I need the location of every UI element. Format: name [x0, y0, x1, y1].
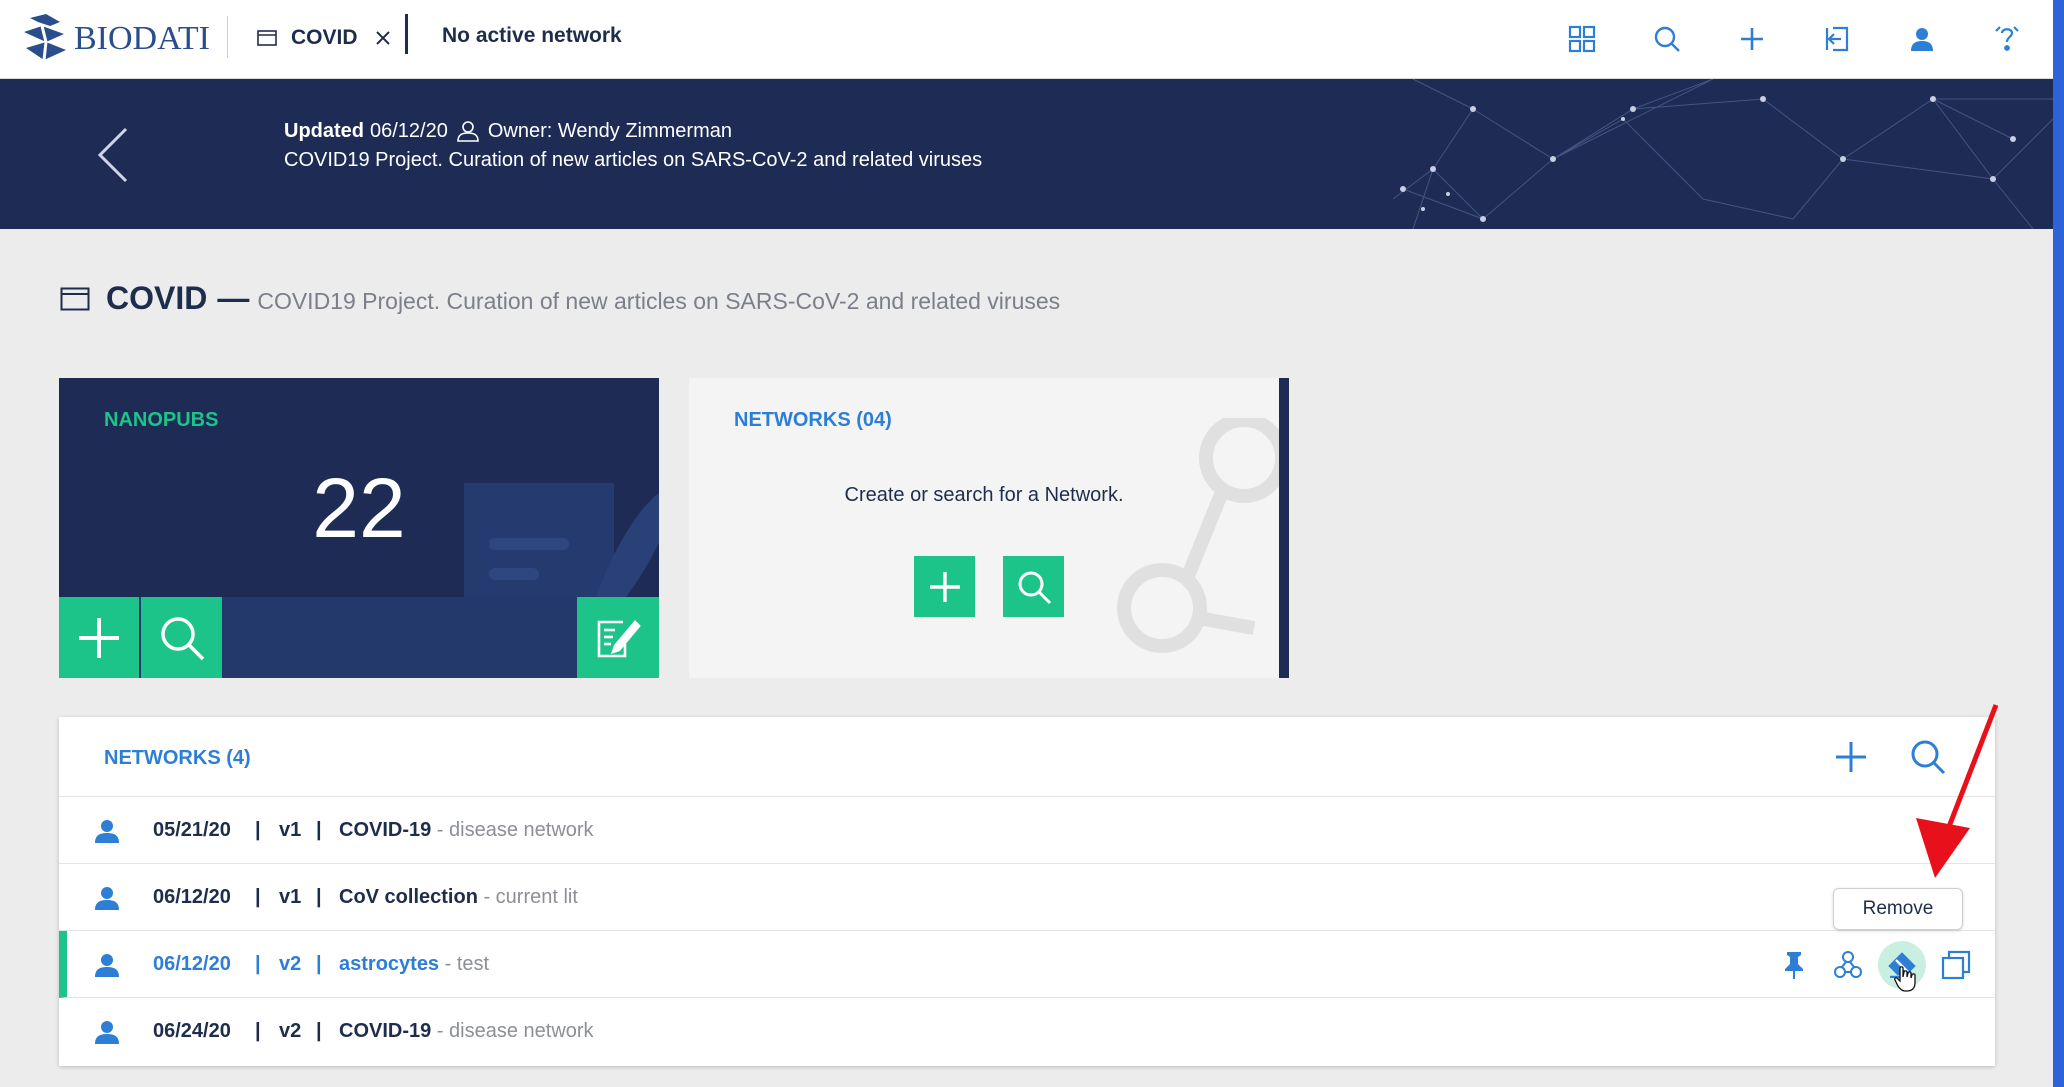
network-subtitle: - disease network	[431, 1020, 594, 1042]
nanopubs-card: NANOPUBS 22	[59, 378, 659, 678]
tab-label: COVID	[291, 26, 358, 49]
search-network-button[interactable]	[1003, 556, 1064, 617]
separator: |	[255, 952, 261, 975]
scrollbar-stripe	[2053, 0, 2064, 1087]
search-nanopub-button[interactable]	[141, 597, 222, 678]
network-pattern-decoration	[1392, 79, 2053, 229]
banner-meta: Updated 06/12/20 Owner: Wendy Zimmerman	[284, 119, 732, 143]
remove-tooltip: Remove	[1833, 888, 1963, 930]
edit-nanopub-button[interactable]	[577, 597, 659, 678]
network-subtitle: - current lit	[477, 885, 578, 908]
network-row[interactable]: 06/12/20 | v1 | CoV collection - current…	[59, 864, 1995, 931]
project-name: COVID	[106, 280, 208, 316]
owner-icon	[457, 121, 479, 142]
separator: |	[316, 1020, 322, 1042]
project-description: COVID19 Project. Curation of new article…	[257, 288, 1061, 314]
search-icon	[1018, 571, 1051, 604]
folder-icon	[257, 30, 277, 46]
copy-icon[interactable]	[1932, 941, 1980, 989]
grid-icon[interactable]	[1558, 15, 1606, 63]
network-name: CoV collection - current lit	[339, 886, 578, 909]
add-network-button[interactable]	[914, 556, 975, 617]
top-toolbar	[1521, 15, 2031, 63]
nanopubs-count: 22	[312, 461, 406, 555]
plus-icon	[929, 571, 960, 602]
network-date: 06/12/20	[153, 885, 231, 908]
title-dash: —	[217, 280, 250, 316]
banner-description: COVID19 Project. Curation of new article…	[284, 149, 983, 171]
search-icon[interactable]	[1643, 15, 1691, 63]
updated-date: 06/12/20	[370, 119, 448, 142]
page-title: COVID — COVID19 Project. Curation of new…	[60, 280, 1060, 317]
user-icon	[95, 820, 119, 843]
network-version: v1	[279, 885, 302, 908]
updated-label: Updated	[284, 119, 364, 142]
network-version: v1	[279, 818, 302, 841]
folder-icon	[60, 287, 90, 310]
network-date: 06/24/20	[153, 1020, 231, 1042]
search-icon	[160, 616, 204, 660]
plus-icon	[79, 617, 119, 658]
network-name: astrocytes - test	[339, 953, 489, 976]
network-title: astrocytes	[339, 952, 440, 975]
pin-icon[interactable]	[1770, 941, 1818, 989]
separator: |	[316, 818, 322, 841]
top-bar: BIODATI COVID No active network	[0, 0, 2053, 79]
help-icon[interactable]	[1983, 15, 2031, 63]
import-icon[interactable]	[1813, 15, 1861, 63]
separator: |	[255, 1020, 261, 1042]
user-icon	[95, 1021, 119, 1044]
logo-text: BIODATI	[74, 20, 210, 57]
separator: |	[255, 818, 261, 841]
network-title: COVID-19	[339, 818, 432, 841]
network-graph-icon[interactable]	[1824, 941, 1872, 989]
row-actions	[1764, 941, 1980, 989]
network-title: CoV collection	[339, 885, 478, 908]
networks-card-hint: Create or search for a Network.	[844, 484, 1124, 506]
networks-list-title: NETWORKS (4)	[104, 747, 251, 769]
plus-icon[interactable]	[1728, 15, 1776, 63]
user-icon[interactable]	[1898, 15, 1946, 63]
separator: |	[316, 885, 322, 908]
biodati-logo[interactable]: BIODATI	[20, 10, 210, 68]
add-network-plus-icon[interactable]	[1829, 735, 1873, 779]
project-banner: Updated 06/12/20 Owner: Wendy Zimmerman …	[0, 79, 2053, 229]
network-date: 05/21/20	[153, 818, 231, 841]
tab-divider	[405, 14, 408, 54]
network-name: COVID-19 - disease network	[339, 1020, 594, 1043]
user-icon	[95, 887, 119, 910]
close-icon[interactable]	[372, 27, 394, 49]
hand-cursor-icon	[1894, 966, 1916, 992]
network-version: v2	[279, 952, 302, 975]
network-subtitle: - disease network	[431, 818, 594, 841]
project-tab[interactable]: COVID	[257, 18, 394, 58]
networks-card: NETWORKS (04) Create or search for a Net…	[689, 378, 1289, 678]
annotation-arrow	[1916, 704, 1999, 878]
network-name: COVID-19 - disease network	[339, 819, 594, 842]
add-nanopub-button[interactable]	[59, 597, 139, 678]
edit-document-icon	[597, 619, 641, 657]
network-date: 06/12/20	[153, 952, 231, 975]
separator: |	[316, 952, 322, 975]
back-chevron-icon[interactable]	[90, 123, 140, 187]
user-icon	[95, 954, 119, 977]
network-subtitle: - test	[439, 952, 490, 975]
networks-card-label: NETWORKS (04)	[734, 409, 892, 431]
network-row-active[interactable]: 06/12/20 | v2 | astrocytes - test	[59, 931, 1995, 998]
divider	[227, 16, 228, 58]
network-row[interactable]: 06/24/20 | v2 | COVID-19 - disease netwo…	[59, 998, 1995, 1065]
networks-list-panel: NETWORKS (4) 05/21/20 | v1 | COVID-19 - …	[59, 717, 1995, 1066]
network-watermark-icon	[1117, 418, 1279, 653]
network-row[interactable]: 05/21/20 | v1 | COVID-19 - disease netwo…	[59, 797, 1995, 864]
logo-icon	[24, 14, 66, 61]
networks-list-header: NETWORKS (4)	[59, 717, 1995, 797]
network-status: No active network	[442, 24, 622, 47]
nanopubs-label: NANOPUBS	[104, 409, 219, 431]
network-version: v2	[279, 1020, 302, 1042]
network-title: COVID-19	[339, 1020, 432, 1042]
owner-name: Owner: Wendy Zimmerman	[487, 119, 732, 142]
separator: |	[255, 885, 261, 908]
